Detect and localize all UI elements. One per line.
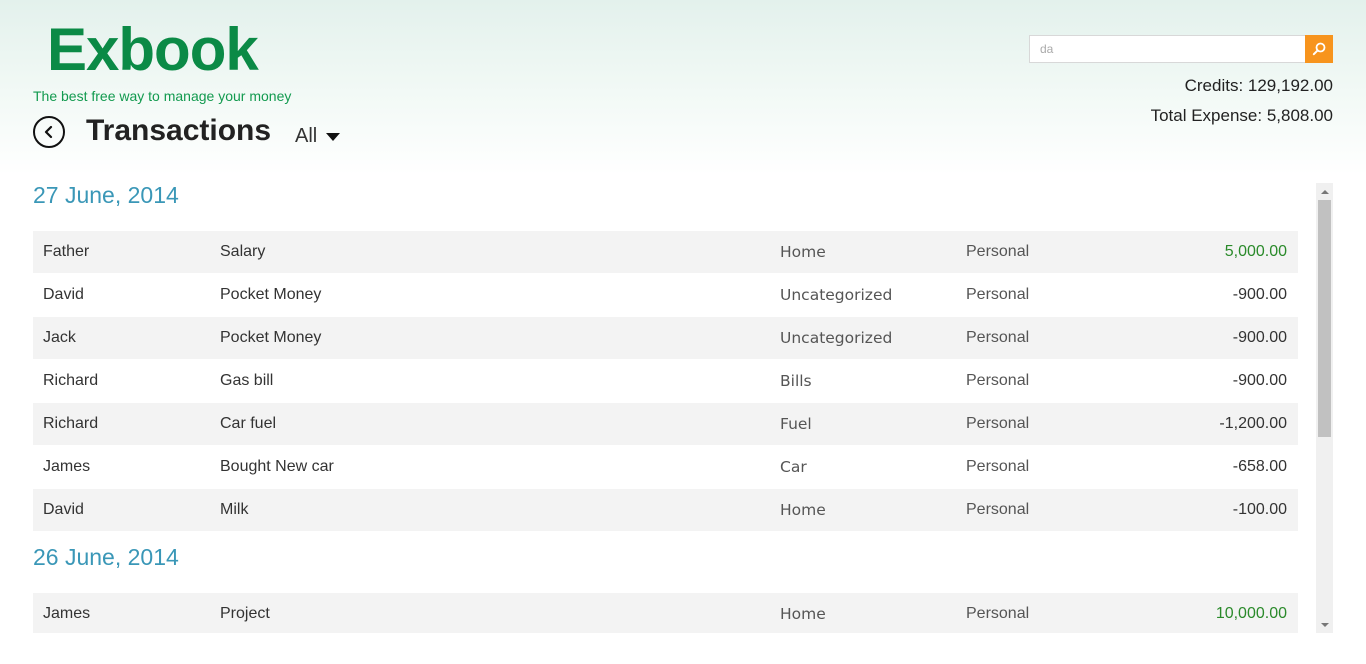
row-type: Personal — [966, 501, 1030, 518]
table-row[interactable]: James Project Home Personal 10,000.00 — [33, 593, 1298, 633]
row-name: Jack — [43, 329, 76, 346]
row-category: Uncategorized — [780, 329, 893, 347]
row-category: Car — [780, 458, 807, 476]
table-row[interactable]: Richard Gas bill Bills Personal -900.00 — [33, 359, 1298, 403]
filter-dropdown[interactable]: All — [295, 124, 341, 148]
row-type: Personal — [966, 243, 1030, 260]
transactions-list: 27 June, 2014 Father Salary Home Persona… — [0, 175, 1313, 633]
row-type: Personal — [966, 415, 1030, 432]
date-heading: 26 June, 2014 — [33, 544, 179, 570]
row-category: Home — [780, 501, 826, 519]
row-type: Personal — [966, 286, 1030, 303]
date-group: 27 June, 2014 Father Salary Home Persona… — [0, 175, 1313, 531]
row-amount: 10,000.00 — [1215, 605, 1287, 622]
scroll-thumb[interactable] — [1318, 200, 1331, 437]
row-amount: 5,000.00 — [1224, 243, 1287, 260]
back-button[interactable] — [33, 116, 65, 148]
vertical-scrollbar[interactable] — [1316, 183, 1333, 633]
app-header: Exbook The best free way to manage your … — [0, 0, 1366, 175]
app-logo: Exbook — [47, 16, 259, 83]
scroll-up-button[interactable] — [1316, 183, 1333, 200]
total-expense: Total Expense: 5,808.00 — [1150, 106, 1333, 125]
arrow-up-icon — [1320, 189, 1329, 194]
row-description: Milk — [220, 501, 249, 518]
table-row[interactable]: Father Salary Home Personal 5,000.00 — [33, 231, 1298, 273]
row-description: Bought New car — [220, 458, 334, 475]
row-description: Pocket Money — [220, 329, 322, 346]
page-title: Transactions — [86, 114, 272, 147]
row-name: Father — [43, 243, 90, 260]
row-name: James — [43, 605, 91, 622]
row-category: Uncategorized — [780, 286, 893, 304]
table-row[interactable]: Jack Pocket Money Uncategorized Personal… — [33, 317, 1298, 359]
row-name: Richard — [43, 415, 99, 432]
arrow-down-icon — [1320, 622, 1329, 627]
row-amount: -100.00 — [1232, 501, 1287, 518]
credits-total: Credits: 129,192.00 — [1184, 76, 1333, 95]
row-category: Home — [780, 243, 826, 261]
filter-label: All — [295, 124, 318, 147]
row-amount: -1,200.00 — [1219, 415, 1287, 432]
row-amount: -900.00 — [1232, 372, 1287, 389]
row-name: Richard — [43, 372, 99, 389]
row-name: David — [43, 501, 84, 518]
row-type: Personal — [966, 605, 1030, 622]
row-description: Car fuel — [220, 415, 277, 432]
date-heading: 27 June, 2014 — [33, 182, 179, 208]
row-type: Personal — [966, 329, 1030, 346]
chevron-left-icon — [44, 125, 53, 139]
row-description: Pocket Money — [220, 286, 322, 303]
search-icon — [1312, 42, 1326, 56]
row-amount: -900.00 — [1232, 329, 1287, 346]
row-name: James — [43, 458, 91, 475]
search-input[interactable] — [1029, 35, 1305, 63]
table-row[interactable]: David Pocket Money Uncategorized Persona… — [33, 273, 1298, 317]
row-amount: -658.00 — [1232, 458, 1287, 475]
row-amount: -900.00 — [1232, 286, 1287, 303]
scroll-down-button[interactable] — [1316, 616, 1333, 633]
row-category: Bills — [780, 372, 812, 390]
search-box — [1029, 35, 1333, 63]
row-name: David — [43, 286, 84, 303]
row-category: Fuel — [780, 415, 812, 433]
date-group: 26 June, 2014 James Project Home Persona… — [0, 537, 1313, 633]
app-tagline: The best free way to manage your money — [33, 88, 292, 104]
row-type: Personal — [966, 372, 1030, 389]
row-description: Salary — [220, 243, 266, 260]
row-category: Home — [780, 605, 826, 623]
row-description: Project — [220, 605, 270, 622]
row-type: Personal — [966, 458, 1030, 475]
table-row[interactable]: James Bought New car Car Personal -658.0… — [33, 445, 1298, 489]
search-button[interactable] — [1305, 35, 1333, 63]
table-row[interactable]: David Milk Home Personal -100.00 — [33, 489, 1298, 531]
table-row[interactable]: Richard Car fuel Fuel Personal -1,200.00 — [33, 403, 1298, 445]
row-description: Gas bill — [220, 372, 274, 389]
caret-down-icon — [326, 133, 341, 141]
